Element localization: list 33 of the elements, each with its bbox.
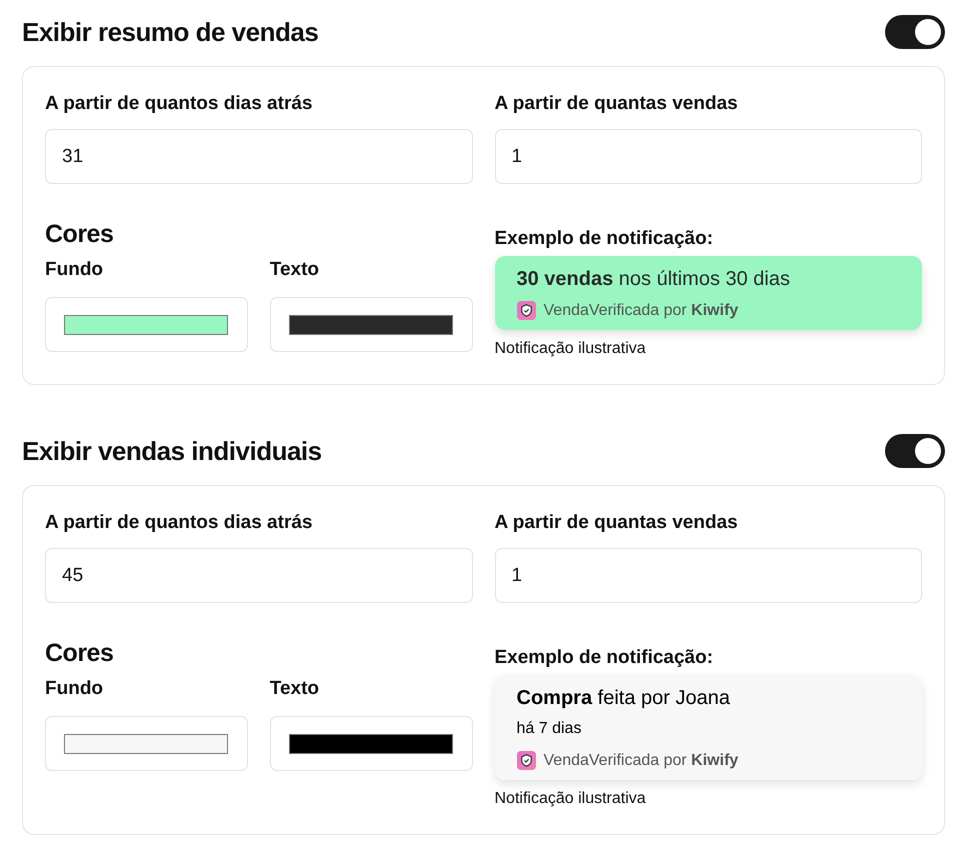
color-label: Fundo [45, 678, 104, 700]
color-label: Texto [270, 259, 320, 281]
verified-text: VendaVerificada por Kiwify [544, 302, 738, 320]
color-picker[interactable] [270, 716, 472, 771]
notification-time: há 7 dias [516, 720, 582, 738]
caption: Notificação ilustrativa [494, 340, 647, 358]
colors-heading: Cores [45, 639, 114, 668]
days-input[interactable]: 31 [45, 129, 472, 184]
shield-check-icon [516, 751, 536, 770]
color-picker[interactable] [45, 716, 248, 771]
color-label: Fundo [45, 259, 104, 281]
field-label: A partir de quantas vendas [494, 93, 739, 115]
example-label: Exemplo de notificação: [494, 228, 714, 250]
notification-headline: Compra feita por Joana [516, 687, 731, 710]
caption: Notificação ilustrativa [494, 790, 647, 808]
field-label: A partir de quantos dias atrás [45, 93, 314, 115]
field-label: A partir de quantos dias atrás [45, 512, 314, 534]
color-picker[interactable] [45, 297, 248, 352]
shield-check-icon [516, 301, 536, 320]
days-input[interactable]: 45 [45, 548, 472, 603]
section-title: Exibir vendas individuais [22, 436, 322, 466]
notification-headline: 30 vendas nos últimos 30 dias [516, 268, 791, 291]
color-label: Texto [270, 678, 320, 700]
sales-input[interactable]: 1 [494, 548, 922, 603]
example-label: Exemplo de notificação: [494, 647, 714, 669]
field-label: A partir de quantas vendas [494, 512, 739, 534]
colors-heading: Cores [45, 220, 114, 249]
verified-text: VendaVerificada por Kiwify [544, 752, 738, 770]
toggle-switch[interactable] [885, 15, 945, 49]
color-picker[interactable] [270, 297, 472, 352]
sales-input[interactable]: 1 [494, 129, 922, 184]
section-title: Exibir resumo de vendas [22, 16, 318, 48]
toggle-switch[interactable] [885, 434, 945, 468]
